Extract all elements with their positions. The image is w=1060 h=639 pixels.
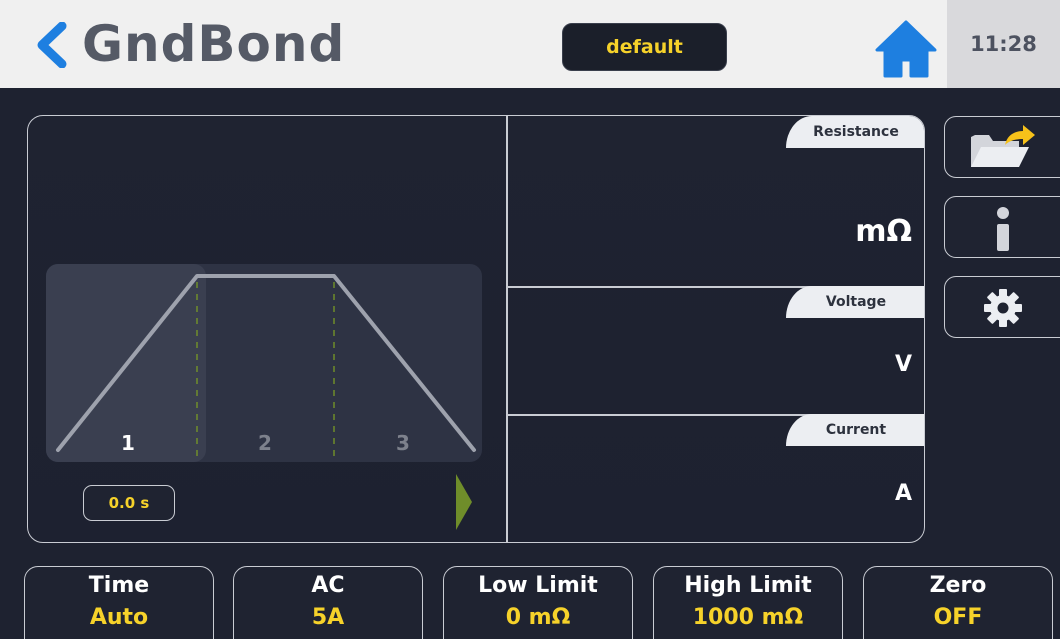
top-bar: GndBond default 11:28 — [0, 0, 1060, 88]
resistance-label: Resistance — [786, 116, 924, 148]
voltage-label: Voltage — [786, 286, 924, 318]
high-limit-param-button[interactable]: High Limit 1000 mΩ — [653, 566, 843, 639]
current-unit: A — [894, 481, 912, 506]
load-file-button[interactable] — [944, 116, 1060, 178]
folder-open-icon — [971, 125, 1035, 167]
voltage-unit: V — [894, 352, 912, 377]
ac-param-button[interactable]: AC 5A — [233, 566, 423, 639]
resistance-readout: Resistance mΩ — [508, 116, 924, 286]
test-profile-graph: 1 2 3 — [46, 264, 482, 462]
zero-param-label: Zero — [929, 573, 987, 598]
resistance-unit: mΩ — [855, 214, 912, 249]
info-button[interactable] — [944, 196, 1060, 258]
low-limit-param-value: 0 mΩ — [505, 605, 571, 630]
current-readout: Current A — [508, 414, 924, 542]
home-icon[interactable] — [873, 18, 939, 78]
page-title: GndBond — [82, 15, 346, 73]
profile-name-button[interactable]: default — [562, 23, 727, 71]
time-param-label: Time — [88, 573, 150, 598]
high-limit-param-label: High Limit — [684, 573, 812, 598]
play-icon[interactable] — [456, 474, 472, 530]
time-param-value: Auto — [89, 605, 149, 630]
zero-param-value: OFF — [933, 605, 983, 630]
test-panel: 1 2 3 0.0 s Resistance mΩ Voltage V Curr… — [27, 115, 925, 543]
chevron-left-icon[interactable] — [30, 22, 76, 68]
step-label-3: 3 — [396, 431, 410, 455]
low-limit-param-button[interactable]: Low Limit 0 mΩ — [443, 566, 633, 639]
clock: 11:28 — [947, 0, 1060, 88]
low-limit-param-label: Low Limit — [478, 573, 598, 598]
elapsed-time-badge: 0.0 s — [83, 485, 175, 521]
step-label-2: 2 — [258, 431, 272, 455]
high-limit-param-value: 1000 mΩ — [692, 605, 804, 630]
ac-param-value: 5A — [311, 605, 345, 630]
voltage-readout: Voltage V — [508, 286, 924, 414]
time-param-button[interactable]: Time Auto — [24, 566, 214, 639]
step-label-1: 1 — [121, 431, 135, 455]
zero-param-button[interactable]: Zero OFF — [863, 566, 1053, 639]
ac-param-label: AC — [311, 573, 345, 598]
gear-icon — [984, 289, 1022, 327]
info-icon — [997, 207, 1009, 251]
settings-button[interactable] — [944, 276, 1060, 338]
current-label: Current — [786, 414, 924, 446]
